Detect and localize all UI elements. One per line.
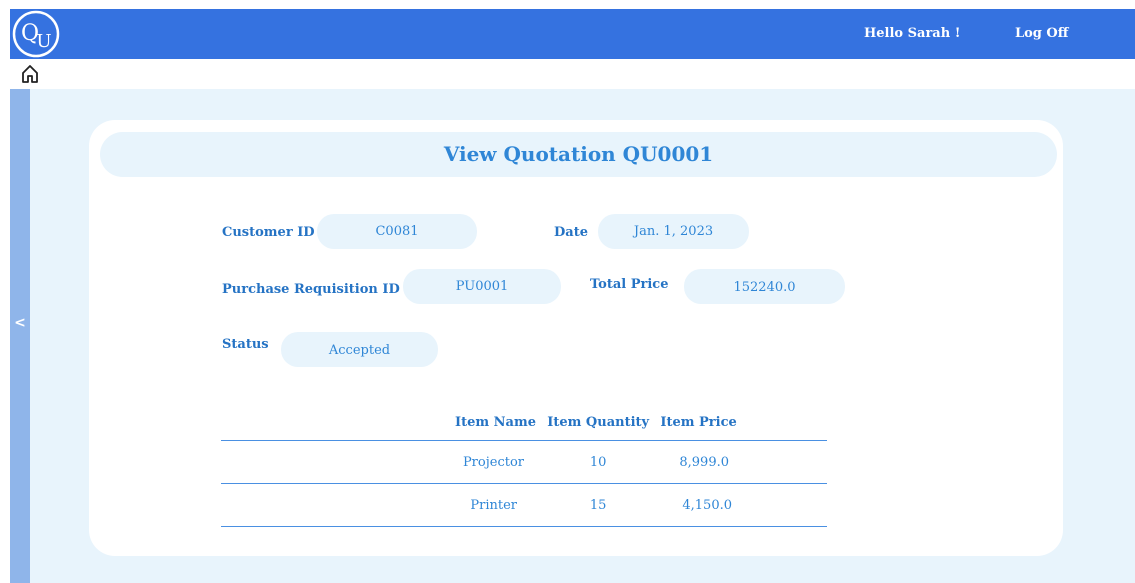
qu-logo[interactable]: Q U [11,9,61,59]
purchase-requisition-id-field: PU0001 [403,269,561,304]
quotation-card: View Quotation QU0001 Customer ID C0081 … [89,120,1063,556]
total-price-field: 152240.0 [684,269,845,304]
column-header-item-name: Item Name [221,405,539,441]
date-label: Date [554,225,588,240]
status-field: Accepted [281,332,438,367]
column-header-item-price: Item Price [657,405,827,441]
home-icon[interactable] [21,64,39,84]
purchase-requisition-id-label: Purchase Requisition ID [222,282,400,297]
log-off-link[interactable]: Log Off [1015,26,1068,41]
customer-id-label: Customer ID [222,225,315,240]
table-row: Projector 10 8,999.0 [221,440,827,484]
item-name-cell: Printer [221,483,539,527]
chevron-left-icon: < [14,315,26,331]
page-title: View Quotation QU0001 [100,132,1057,177]
customer-id-field: C0081 [317,214,477,249]
item-price-cell: 4,150.0 [657,483,827,527]
table-row: Printer 15 4,150.0 [221,483,827,527]
user-greeting: Hello Sarah ! [864,26,961,41]
quotation-items-table: Item Name Item Quantity Item Price Proje… [221,405,827,527]
table-header-row: Item Name Item Quantity Item Price [221,405,827,441]
total-price-label: Total Price [590,277,669,292]
item-price-cell: 8,999.0 [657,440,827,484]
svg-text:U: U [36,31,51,52]
sidebar-collapse-toggle[interactable]: < [10,89,30,583]
column-header-item-quantity: Item Quantity [539,405,658,441]
item-quantity-cell: 15 [539,483,658,527]
item-quantity-cell: 10 [539,440,658,484]
top-navigation-bar: Q U Hello Sarah ! Log Off [10,9,1135,59]
item-name-cell: Projector [221,440,539,484]
date-field: Jan. 1, 2023 [598,214,749,249]
status-label: Status [222,337,269,352]
